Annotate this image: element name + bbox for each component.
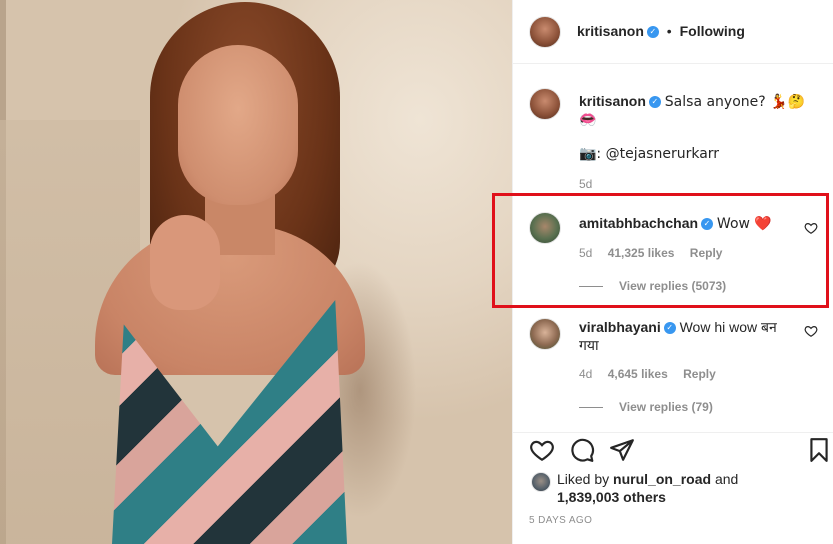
caption-age: 5d — [579, 177, 593, 191]
post-image[interactable] — [0, 0, 512, 544]
reply-button[interactable]: Reply — [690, 246, 723, 260]
author-username[interactable]: kritisanon — [577, 23, 644, 39]
comment-meta: 4d 4,645 likes Reply — [579, 367, 728, 381]
comment-text: viralbhayani ✓ Wow hi wow बन गया — [579, 318, 794, 354]
view-replies-label: View replies (79) — [619, 400, 713, 414]
action-bar — [513, 432, 833, 468]
comment-like-heart-icon[interactable] — [804, 221, 818, 235]
view-replies-button[interactable]: View replies (79) — [579, 400, 713, 414]
caption-username[interactable]: kritisanon — [579, 93, 646, 109]
paper-plane-icon[interactable] — [609, 437, 635, 463]
header-separator: • — [666, 23, 672, 39]
comment-text: amitabhbachchan ✓ Wow ❤️ — [579, 214, 772, 233]
post-header: kritisanon ✓ • Following — [513, 0, 833, 64]
author-avatar[interactable] — [529, 16, 561, 48]
caption-avatar[interactable] — [529, 88, 561, 120]
liked-by-text: Liked by nurul_on_road and 1,839,003 oth… — [557, 470, 807, 506]
verified-badge-icon: ✓ — [646, 26, 659, 39]
verified-badge-icon: ✓ — [663, 322, 676, 335]
verified-badge-icon: ✓ — [701, 218, 714, 231]
caption-text: kritisanon ✓ Salsa anyone? 💃🤔👀 — [579, 92, 819, 130]
comment-meta: 5d 41,325 likes Reply — [579, 246, 734, 260]
comment-avatar[interactable] — [529, 212, 561, 244]
reply-button[interactable]: Reply — [683, 367, 716, 381]
liked-by-others[interactable]: 1,839,003 others — [557, 489, 666, 505]
comment-username[interactable]: viralbhayani — [579, 319, 661, 335]
view-replies-line — [579, 407, 603, 409]
comment-like-heart-icon[interactable] — [804, 324, 818, 338]
hand-shape — [150, 215, 220, 310]
bookmark-icon[interactable] — [806, 437, 832, 463]
comment-age: 5d — [579, 246, 593, 260]
view-replies-button[interactable]: View replies (5073) — [579, 279, 726, 293]
liked-by-prefix: Liked by — [557, 471, 610, 487]
heart-icon[interactable] — [529, 437, 555, 463]
post-timestamp[interactable]: 5 DAYS AGO — [529, 515, 592, 526]
liked-by-avatar[interactable] — [531, 472, 551, 492]
comment-username[interactable]: amitabhbachchan — [579, 215, 698, 231]
header-line: kritisanon ✓ • Following — [577, 22, 745, 40]
comment-body: Wow ❤️ — [716, 216, 772, 232]
post-panel: kritisanon ✓ • Following kritisanon ✓ Sals… — [512, 0, 833, 544]
view-replies-line — [579, 286, 603, 288]
view-replies-label: View replies (5073) — [619, 279, 727, 293]
face-shape — [178, 45, 298, 205]
comment-avatar[interactable] — [529, 318, 561, 350]
following-button[interactable]: Following — [680, 23, 745, 39]
liked-by-user[interactable]: nurul_on_road — [613, 471, 711, 487]
liked-by-and: and — [714, 471, 739, 487]
comment-likes[interactable]: 41,325 likes — [608, 246, 675, 260]
caption-credit[interactable]: 📷: @tejasnerurkarr — [579, 145, 719, 163]
comment-bubble-icon[interactable] — [569, 437, 595, 463]
comment-age: 4d — [579, 367, 593, 381]
verified-badge-icon: ✓ — [648, 96, 661, 109]
caption-line2: 👄 — [579, 111, 597, 127]
comment-likes[interactable]: 4,645 likes — [608, 367, 668, 381]
